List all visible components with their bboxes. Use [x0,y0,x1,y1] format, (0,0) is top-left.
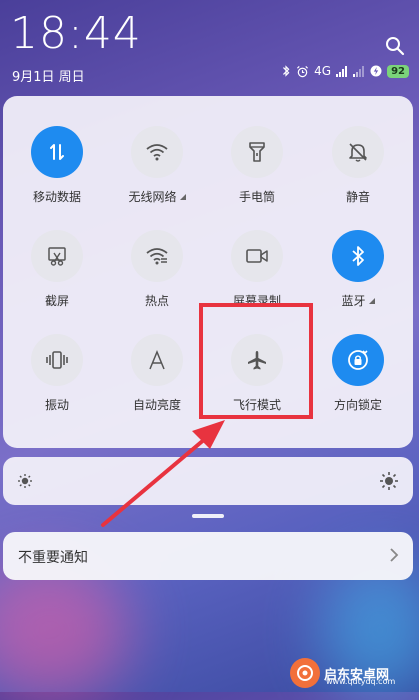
brightness-low-icon [18,474,32,488]
tile-screenshot[interactable]: 截屏 [7,230,107,309]
tile-label: 手电筒 [238,190,275,204]
tile-label: 热点 [144,294,169,308]
tile-label: 移动数据 [32,190,81,204]
tile-label: 自动亮度 [132,398,181,412]
battery-level: 92 [387,64,409,78]
tile-bluetooth[interactable]: 蓝牙 [308,230,408,309]
watermark-url: www.qdtydq.com [326,677,396,686]
status-bar: 18:44 9月1日 周日 4G 92 [0,0,419,95]
tile-label: 截屏 [44,294,69,308]
brightness-high-icon [380,472,398,490]
screen-record-icon[interactable] [231,230,283,282]
expand-triangle-icon[interactable] [368,298,375,304]
drag-handle[interactable] [192,514,224,518]
notification-label: 不重要通知 [18,550,88,566]
system-icons: 4G 92 [281,64,409,78]
rotation-lock-icon[interactable] [332,334,384,386]
signal-icon [353,65,365,77]
signal-icon [336,65,348,77]
bluetooth-icon[interactable] [332,230,384,282]
tile-screen-record[interactable]: 屏幕录制 [207,230,307,309]
tile-label: 振动 [44,398,69,412]
date: 9月1日 周日 [12,70,85,85]
tile-rotation-lock[interactable]: 方向锁定 [308,334,408,413]
search-icon[interactable] [385,36,405,56]
wifi-icon[interactable] [131,126,183,178]
highlight-box [199,303,313,419]
chevron-right-icon [390,548,399,562]
tile-label: 方向锁定 [333,398,382,412]
tile-label: 无线网络 [128,190,177,204]
tile-mute[interactable]: 静音 [308,126,408,205]
unimportant-notifications-row[interactable]: 不重要通知 [3,532,413,580]
watermark: 启东安卓网 www.qdtydq.com [290,655,418,691]
tile-hotspot[interactable]: 热点 [107,230,207,309]
bluetooth-status-icon [283,65,290,77]
mute-icon[interactable] [332,126,384,178]
tile-vibrate[interactable]: 振动 [7,334,107,413]
mobile-data-icon[interactable] [31,126,83,178]
flashlight-icon[interactable] [231,126,283,178]
charging-icon [370,65,382,77]
tile-flashlight[interactable]: 手电筒 [207,126,307,205]
tile-auto-brightness[interactable]: 自动亮度 [107,334,207,413]
network-type: 4G [314,64,332,78]
brightness-slider[interactable] [3,457,413,505]
screenshot-icon[interactable] [31,230,83,282]
watermark-logo-icon [290,658,320,688]
hotspot-icon[interactable] [131,230,183,282]
tile-label: 蓝牙 [341,294,366,308]
tile-mobile-data[interactable]: 移动数据 [7,126,107,205]
tile-wifi[interactable]: 无线网络 [107,126,207,205]
alarm-icon [297,65,309,77]
vibrate-icon[interactable] [31,334,83,386]
auto-brightness-icon[interactable] [131,334,183,386]
tile-label: 静音 [345,190,370,204]
wallpaper-glow [0,560,130,700]
expand-triangle-icon[interactable] [179,194,186,200]
clock: 18:44 [10,8,142,59]
